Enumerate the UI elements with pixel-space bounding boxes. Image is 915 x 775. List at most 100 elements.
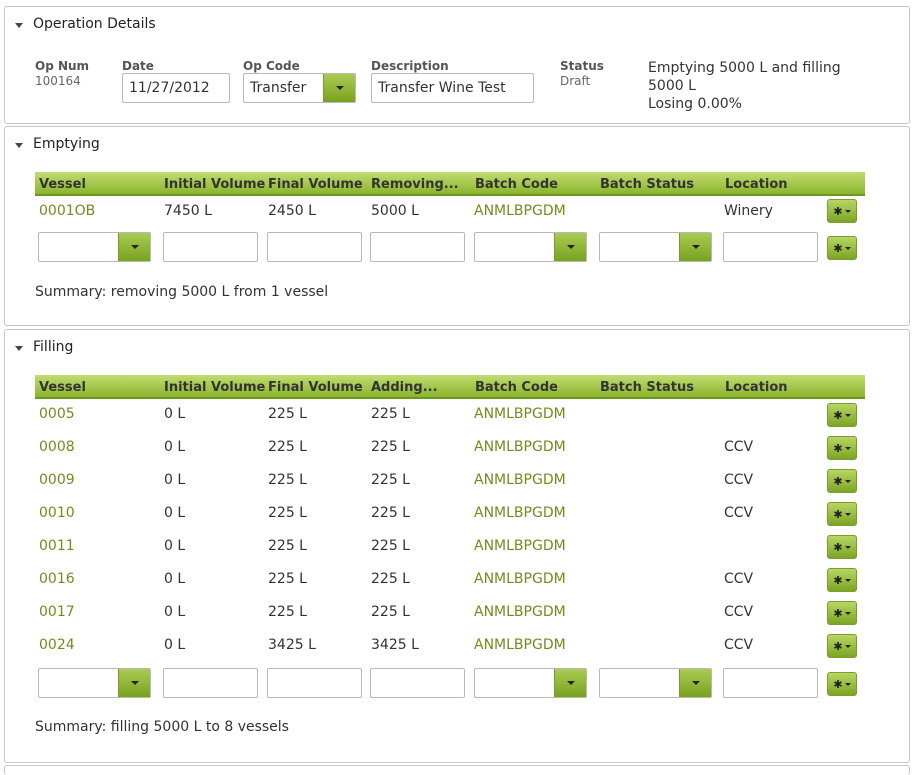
dropdown-button[interactable] [679,669,711,697]
row-actions-button[interactable]: ✱ [827,634,857,658]
batch-code-link[interactable]: ANMLBPGDM [474,604,566,620]
dropdown-button[interactable] [554,669,586,697]
collapse-caret-icon[interactable] [15,345,23,351]
final-volume: 225 L [268,538,307,554]
dropdown-button[interactable] [323,74,355,102]
adding-volume: 225 L [371,439,410,455]
dropdown-button[interactable] [554,233,586,261]
dropdown-button[interactable] [118,233,150,261]
row-actions-button[interactable]: ✱ [827,469,857,493]
op-code-label: Op Code [243,59,300,73]
vessel-link[interactable]: 0009 [39,472,75,488]
col-location[interactable]: Location [725,380,788,395]
vessel-link[interactable]: 0010 [39,505,75,521]
row-actions-button[interactable]: ✱ [827,568,857,592]
panel-title: Filling [33,339,74,355]
row-actions-button[interactable]: ✱ [827,601,857,625]
initial-volume-input[interactable] [163,232,258,262]
vessel-link[interactable]: 0011 [39,538,75,554]
row-actions-button[interactable]: ✱ [827,502,857,526]
batch-code-link[interactable]: ANMLBPGDM [474,472,566,488]
gear-icon: ✱ [833,441,843,455]
batch-code-link[interactable]: ANMLBPGDM [474,439,566,455]
col-vessel[interactable]: Vessel [39,380,86,395]
batch-code-select[interactable] [474,232,587,262]
row-actions-button[interactable]: ✱ [827,236,857,260]
collapse-caret-icon[interactable] [15,142,23,148]
batch-status-select[interactable] [599,232,712,262]
chevron-down-icon [844,512,851,516]
vessel-select[interactable] [38,668,151,698]
initial-volume: 0 L [164,538,186,554]
col-batch-status[interactable]: Batch Status [600,380,694,395]
batch-code-link[interactable]: ANMLBPGDM [474,571,566,587]
location-input[interactable] [723,232,818,262]
removing-volume: 5000 L [371,203,419,219]
col-final-volume[interactable]: Final Volume [268,380,363,395]
final-volume: 225 L [268,406,307,422]
gear-icon: ✱ [833,639,843,653]
col-batch-code[interactable]: Batch Code [475,177,558,192]
vessel-link[interactable]: 0008 [39,439,75,455]
op-code-select[interactable]: Transfer [243,73,356,103]
initial-volume: 7450 L [164,203,212,219]
location-input[interactable] [723,668,818,698]
panel-title: Operation Details [33,16,156,32]
col-batch-status[interactable]: Batch Status [600,177,694,192]
col-removing[interactable]: Removing... [371,177,459,192]
adding-volume: 225 L [371,571,410,587]
final-volume-input[interactable] [267,668,362,698]
status-summary-line: Losing 0.00% [648,96,742,112]
status-summary-line: 5000 L [648,78,696,94]
batch-code-link[interactable]: ANMLBPGDM [474,203,566,219]
vessel-select[interactable] [38,232,151,262]
emptying-header[interactable]: Emptying [15,135,100,153]
chevron-down-icon [566,681,575,685]
col-batch-code[interactable]: Batch Code [475,380,558,395]
final-volume-input[interactable] [267,232,362,262]
initial-volume: 0 L [164,472,186,488]
row-actions-button[interactable]: ✱ [827,672,857,696]
batch-code-select[interactable] [474,668,587,698]
filling-header[interactable]: Filling [15,338,73,356]
description-field[interactable]: Transfer Wine Test [371,73,534,103]
vessel-link[interactable]: 0016 [39,571,75,587]
batch-code-link[interactable]: ANMLBPGDM [474,406,566,422]
batch-code-link[interactable]: ANMLBPGDM [474,538,566,554]
col-initial-volume[interactable]: Initial Volume [164,177,265,192]
dropdown-button[interactable] [679,233,711,261]
adding-input[interactable] [370,668,465,698]
col-location[interactable]: Location [725,177,788,192]
emptying-grid-header: Vessel Initial Volume Final Volume Remov… [35,172,865,196]
adding-volume: 225 L [371,406,410,422]
col-vessel[interactable]: Vessel [39,177,86,192]
dropdown-button[interactable] [118,669,150,697]
chevron-down-icon [844,413,851,417]
batch-code-link[interactable]: ANMLBPGDM [474,637,566,653]
row-actions-button[interactable]: ✱ [827,403,857,427]
final-volume: 225 L [268,604,307,620]
row-actions-button[interactable]: ✱ [827,199,857,223]
location: CCV [724,571,754,587]
initial-volume: 0 L [164,439,186,455]
row-actions-button[interactable]: ✱ [827,535,857,559]
col-final-volume[interactable]: Final Volume [268,177,363,192]
operation-details-header[interactable]: Operation Details [15,15,156,33]
vessel-link[interactable]: 0001OB [39,203,95,219]
batch-code-link[interactable]: ANMLBPGDM [474,505,566,521]
row-actions-button[interactable]: ✱ [827,436,857,460]
filling-panel: Filling Vessel Initial Volume Final Volu… [4,329,910,763]
initial-volume-input[interactable] [163,668,258,698]
vessel-link[interactable]: 0017 [39,604,75,620]
collapse-caret-icon[interactable] [15,22,23,28]
col-initial-volume[interactable]: Initial Volume [164,380,265,395]
initial-volume: 0 L [164,571,186,587]
vessel-link[interactable]: 0024 [39,637,75,653]
date-field[interactable]: 11/27/2012 [122,73,230,103]
batch-status-select[interactable] [599,668,712,698]
op-num-value: 100164 [35,74,81,88]
removing-input[interactable] [370,232,465,262]
gear-icon: ✱ [833,507,843,521]
vessel-link[interactable]: 0005 [39,406,75,422]
col-adding[interactable]: Adding... [371,380,438,395]
